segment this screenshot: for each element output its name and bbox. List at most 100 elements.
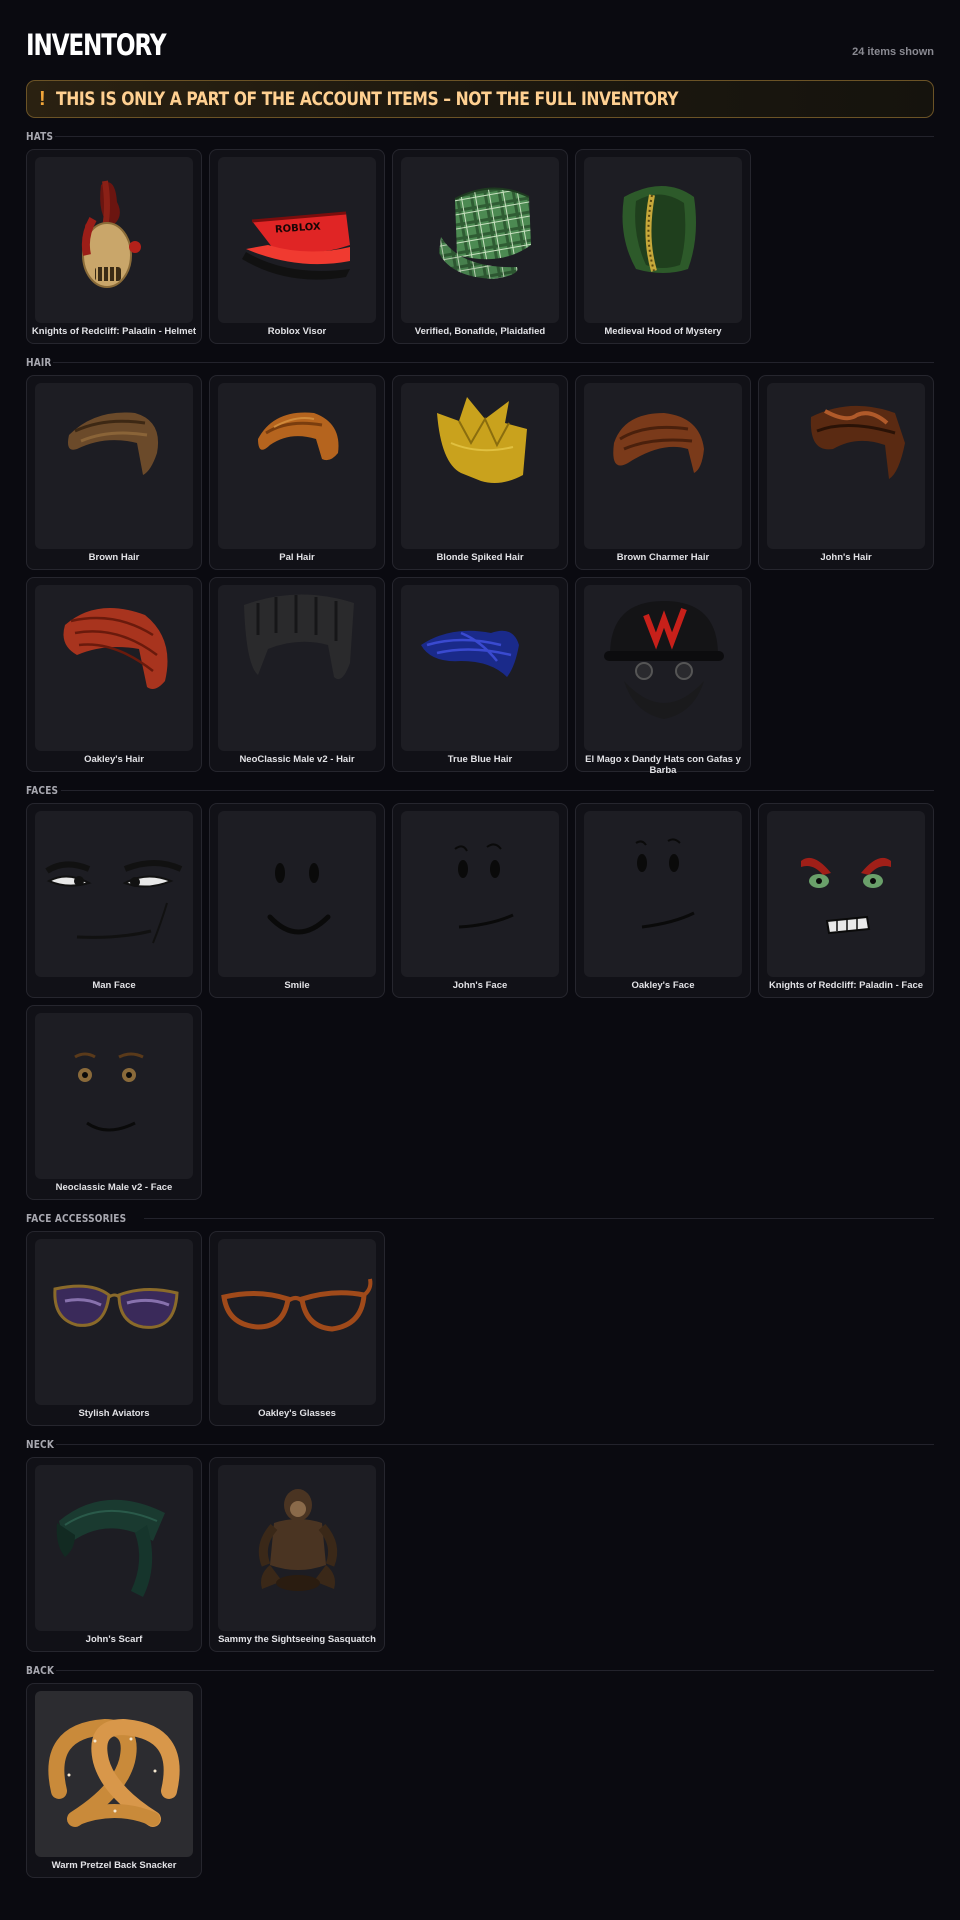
item-name: Neoclassic Male v2 - Face	[55, 1182, 173, 1193]
item-name: Brown Hair	[88, 552, 140, 563]
section-divider	[56, 1443, 934, 1445]
glasses-icon	[35, 1239, 193, 1405]
item-card[interactable]: True Blue Hair	[392, 577, 568, 772]
section-back: BACK Warm Pretzel Back Snacker	[26, 1663, 934, 1878]
page-title: INVENTORY	[26, 28, 167, 62]
scarf-icon	[35, 1465, 193, 1631]
item-card[interactable]: Man Face	[26, 803, 202, 998]
section-hair: HAIR Brown Hair Pal Hair Blonde Spiked H…	[26, 355, 934, 776]
hair-icon	[401, 383, 559, 549]
section-header: BACK	[26, 1663, 934, 1677]
face-icon	[35, 1013, 193, 1179]
item-name: Sammy the Sightseeing Sasquatch	[218, 1634, 376, 1645]
item-name: El Mago x Dandy Hats con Gafas y Barba	[585, 754, 741, 776]
item-name: Blonde Spiked Hair	[436, 552, 524, 563]
item-name: Stylish Aviators	[78, 1408, 150, 1419]
item-card[interactable]: Warm Pretzel Back Snacker	[26, 1683, 202, 1878]
item-card[interactable]: El Mago x Dandy Hats con Gafas y Barba	[575, 577, 751, 776]
hair-icon	[767, 383, 925, 549]
section-divider	[53, 361, 934, 363]
section-hats: HATS Knights of Redcliff: Paladin - Helm…	[26, 129, 934, 344]
pretzel-icon	[35, 1691, 193, 1857]
item-grid: John's Scarf Sammy the Sightseeing Sasqu…	[26, 1457, 934, 1652]
item-card[interactable]: John's Face	[392, 803, 568, 998]
section-face-accessories: FACE ACCESSORIES Stylish Aviators Oakley…	[26, 1211, 934, 1426]
inventory-page: INVENTORY 24 items shown ! THIS IS ONLY …	[0, 0, 960, 1878]
hair-icon	[218, 383, 376, 549]
hair-icon	[35, 585, 193, 751]
item-card[interactable]: Brown Hair	[26, 375, 202, 570]
face-icon	[218, 811, 376, 977]
hair-icon	[584, 383, 742, 549]
section-header: HATS	[26, 129, 934, 143]
cap-glasses-beard-icon	[584, 585, 742, 751]
item-grid: Warm Pretzel Back Snacker	[26, 1683, 934, 1878]
item-card[interactable]: Oakley's Hair	[26, 577, 202, 772]
hair-icon	[218, 585, 376, 751]
item-name: NeoClassic Male v2 - Hair	[239, 754, 355, 765]
section-header: NECK	[26, 1437, 934, 1451]
item-name: True Blue Hair	[447, 754, 513, 765]
section-title: HATS	[26, 129, 54, 143]
helmet-icon	[35, 157, 193, 323]
item-card[interactable]: ROBLOX Roblox Visor	[209, 149, 385, 344]
item-card[interactable]: Smile	[209, 803, 385, 998]
warning-banner: ! THIS IS ONLY A PART OF THE ACCOUNT ITE…	[26, 80, 934, 118]
glasses-icon	[218, 1239, 376, 1405]
item-card[interactable]: Medieval Hood of Mystery	[575, 149, 751, 344]
item-name: John's Face	[452, 980, 508, 991]
warning-text: THIS IS ONLY A PART OF THE ACCOUNT ITEMS…	[55, 88, 679, 110]
item-card[interactable]: Sammy the Sightseeing Sasquatch	[209, 1457, 385, 1652]
item-card[interactable]: Oakley's Glasses	[209, 1231, 385, 1426]
section-header: FACES	[26, 783, 934, 797]
item-card[interactable]: Knights of Redcliff: Paladin - Helmet	[26, 149, 202, 344]
item-card[interactable]: Oakley's Face	[575, 803, 751, 998]
item-card[interactable]: Stylish Aviators	[26, 1231, 202, 1426]
item-card[interactable]: Blonde Spiked Hair	[392, 375, 568, 570]
visor-icon: ROBLOX	[218, 157, 376, 323]
section-divider	[55, 135, 934, 137]
item-name: Roblox Visor	[267, 326, 327, 337]
item-name: Warm Pretzel Back Snacker	[51, 1860, 177, 1871]
item-card[interactable]: John's Scarf	[26, 1457, 202, 1652]
hair-icon	[35, 383, 193, 549]
hood-icon	[584, 157, 742, 323]
item-name: Knights of Redcliff: Paladin - Face	[768, 980, 924, 991]
item-name: Medieval Hood of Mystery	[604, 326, 722, 337]
item-name: John's Scarf	[85, 1634, 143, 1645]
item-name: Oakley's Hair	[84, 754, 144, 765]
section-divider	[144, 1217, 934, 1219]
item-card[interactable]: John's Hair	[758, 375, 934, 570]
section-neck: NECK John's Scarf Sammy the Sightseeing …	[26, 1437, 934, 1652]
section-header: HAIR	[26, 355, 934, 369]
item-card[interactable]: Pal Hair	[209, 375, 385, 570]
item-card[interactable]: Brown Charmer Hair	[575, 375, 751, 570]
section-title: NECK	[26, 1437, 54, 1451]
item-name: John's Hair	[820, 552, 872, 563]
item-name: Man Face	[92, 980, 136, 991]
item-grid: Man Face Smile John's Face Oakley's Face…	[26, 803, 934, 1200]
item-name: Verified, Bonafide, Plaidafied	[414, 326, 546, 337]
item-count: 24 items shown	[852, 46, 934, 58]
item-card[interactable]: NeoClassic Male v2 - Hair	[209, 577, 385, 772]
section-faces: FACES Man Face Smile John's Face Oakley'…	[26, 783, 934, 1200]
item-card[interactable]: Neoclassic Male v2 - Face	[26, 1005, 202, 1200]
page-header: INVENTORY 24 items shown	[26, 26, 934, 64]
item-name: Smile	[284, 980, 310, 991]
item-card[interactable]: Knights of Redcliff: Paladin - Face	[758, 803, 934, 998]
item-name: Oakley's Glasses	[258, 1408, 336, 1419]
face-icon	[584, 811, 742, 977]
item-grid: Stylish Aviators Oakley's Glasses	[26, 1231, 934, 1426]
item-name: Knights of Redcliff: Paladin - Helmet	[31, 326, 197, 337]
item-name: Brown Charmer Hair	[616, 552, 710, 563]
warning-icon: !	[39, 87, 46, 110]
sasquatch-icon	[218, 1465, 376, 1631]
item-grid: Brown Hair Pal Hair Blonde Spiked Hair B…	[26, 375, 934, 776]
section-title: BACK	[26, 1663, 55, 1677]
face-icon	[767, 811, 925, 977]
section-title: FACE ACCESSORIES	[26, 1211, 127, 1225]
item-card[interactable]: Verified, Bonafide, Plaidafied	[392, 149, 568, 344]
item-grid: Knights of Redcliff: Paladin - Helmet RO…	[26, 149, 934, 344]
hair-icon	[401, 585, 559, 751]
face-icon	[401, 811, 559, 977]
